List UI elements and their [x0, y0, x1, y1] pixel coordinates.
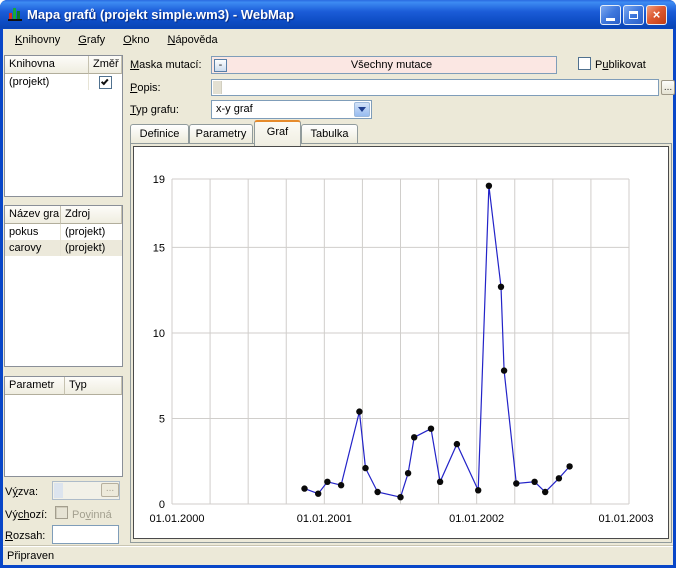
svg-text:01.01.2000: 01.01.2000: [149, 513, 204, 525]
column-header[interactable]: Parametr: [5, 377, 65, 395]
maximize-button[interactable]: [623, 5, 644, 25]
chevron-down-icon: [358, 107, 366, 112]
svg-text:15: 15: [153, 242, 165, 254]
svg-text:10: 10: [153, 328, 165, 340]
tab-graf[interactable]: Graf: [254, 120, 301, 146]
popis-field[interactable]: [211, 79, 659, 96]
window-title: Mapa grafů (projekt simple.wm3) - WebMap: [27, 7, 295, 22]
library-list: Knihovna Změř (projekt): [4, 55, 123, 197]
povinna-label: Povinná: [72, 509, 112, 521]
table-cell: carovy: [5, 240, 61, 256]
popis-label: Popis:: [130, 82, 161, 94]
menu-grafy[interactable]: Grafy: [69, 31, 114, 49]
vychozi-checkbox[interactable]: [55, 506, 68, 519]
status-text: Připraven: [7, 550, 55, 562]
table-row[interactable]: (projekt): [5, 74, 122, 90]
collapse-minus-button[interactable]: -: [214, 58, 227, 72]
maska-value: Všechny mutace: [350, 59, 433, 71]
column-header[interactable]: Název gra: [5, 206, 61, 224]
tab-tabulka[interactable]: Tabulka: [301, 124, 358, 144]
vyzva-more-button[interactable]: ...: [101, 483, 119, 497]
chart-panel: 0 5 10 15 19 01.01.2000 01.01.2001 01.01.2002 01…: [133, 146, 669, 539]
rozsah-field[interactable]: [52, 525, 119, 544]
table-cell: (projekt): [5, 74, 89, 90]
column-header[interactable]: Změř: [89, 56, 122, 74]
table-cell: [89, 74, 122, 90]
menu-napoveda[interactable]: Nápověda: [158, 31, 226, 49]
vyzva-label: Výzva:: [5, 486, 39, 498]
graphs-list-body: pokus (projekt) carovy (projekt): [5, 224, 122, 256]
maximize-icon: [629, 11, 638, 19]
library-list-body: (projekt): [5, 74, 122, 90]
publikovat-label: Publikovat: [595, 59, 646, 71]
tab-parametry[interactable]: Parametry: [189, 124, 253, 144]
menu-knihovny[interactable]: Knihovny: [6, 31, 69, 49]
app-icon: [7, 6, 23, 22]
vyzva-field-grip: [54, 483, 63, 498]
table-cell: (projekt): [65, 226, 106, 238]
vychozi-label: Výchozí:: [5, 509, 48, 521]
popis-field-grip: [213, 81, 222, 94]
column-header[interactable]: Knihovna: [5, 56, 89, 74]
tab-definice[interactable]: Definice: [130, 124, 189, 144]
table-row[interactable]: pokus (projekt): [5, 224, 122, 240]
svg-text:0: 0: [159, 499, 165, 511]
menu-okno[interactable]: Okno: [114, 31, 158, 49]
xy-chart: 0 5 10 15 19 01.01.2000 01.01.2001 01.01.2002 01…: [149, 174, 653, 525]
maska-field[interactable]: - Všechny mutace: [211, 56, 557, 74]
status-bar: Připraven: [3, 545, 673, 565]
typ-grafu-label: Typ grafu:: [130, 104, 179, 116]
svg-text:5: 5: [159, 413, 165, 425]
parameters-list: Parametr Typ: [4, 376, 123, 477]
graphs-list: Název gra Zdroj pokus (projekt) carovy (proj…: [4, 205, 123, 367]
column-header[interactable]: Zdroj: [61, 206, 122, 224]
menu-bar: Knihovny Grafy Okno Nápověda: [3, 29, 673, 51]
table-cell: pokus: [5, 224, 61, 240]
title-bar: Mapa grafů (projekt simple.wm3) - WebMap…: [0, 0, 676, 29]
table-row[interactable]: carovy (projekt): [5, 240, 122, 256]
library-list-header: Knihovna Změř: [5, 56, 122, 74]
svg-text:19: 19: [153, 174, 165, 186]
rozsah-label: Rozsah:: [5, 530, 46, 542]
svg-text:01.01.2002: 01.01.2002: [449, 513, 504, 525]
close-button[interactable]: ×: [646, 5, 667, 25]
parameters-list-header: Parametr Typ: [5, 377, 122, 395]
table-cell: (projekt): [65, 242, 106, 254]
typ-grafu-dropdown-button[interactable]: [354, 102, 370, 117]
check-icon: [100, 77, 109, 86]
graf-tab-panel: 0 5 10 15 19 01.01.2000 01.01.2001 01.01.2002 01…: [130, 143, 672, 543]
publikovat-checkbox[interactable]: [578, 57, 591, 70]
svg-text:01.01.2003: 01.01.2003: [598, 513, 653, 525]
typ-grafu-combobox[interactable]: x-y graf: [211, 100, 372, 119]
maska-label: Maska mutací:: [130, 59, 202, 71]
row-checkbox[interactable]: [99, 75, 112, 89]
column-header[interactable]: Typ: [65, 377, 122, 395]
typ-grafu-value: x-y graf: [216, 103, 253, 115]
close-icon: ×: [652, 7, 661, 22]
svg-text:01.01.2001: 01.01.2001: [297, 513, 352, 525]
app-window: Mapa grafů (projekt simple.wm3) - WebMap…: [0, 0, 676, 568]
graphs-list-header: Název gra Zdroj: [5, 206, 122, 224]
minimize-icon: [606, 18, 615, 21]
minimize-button[interactable]: [600, 5, 621, 25]
popis-more-button[interactable]: ...: [661, 80, 675, 95]
